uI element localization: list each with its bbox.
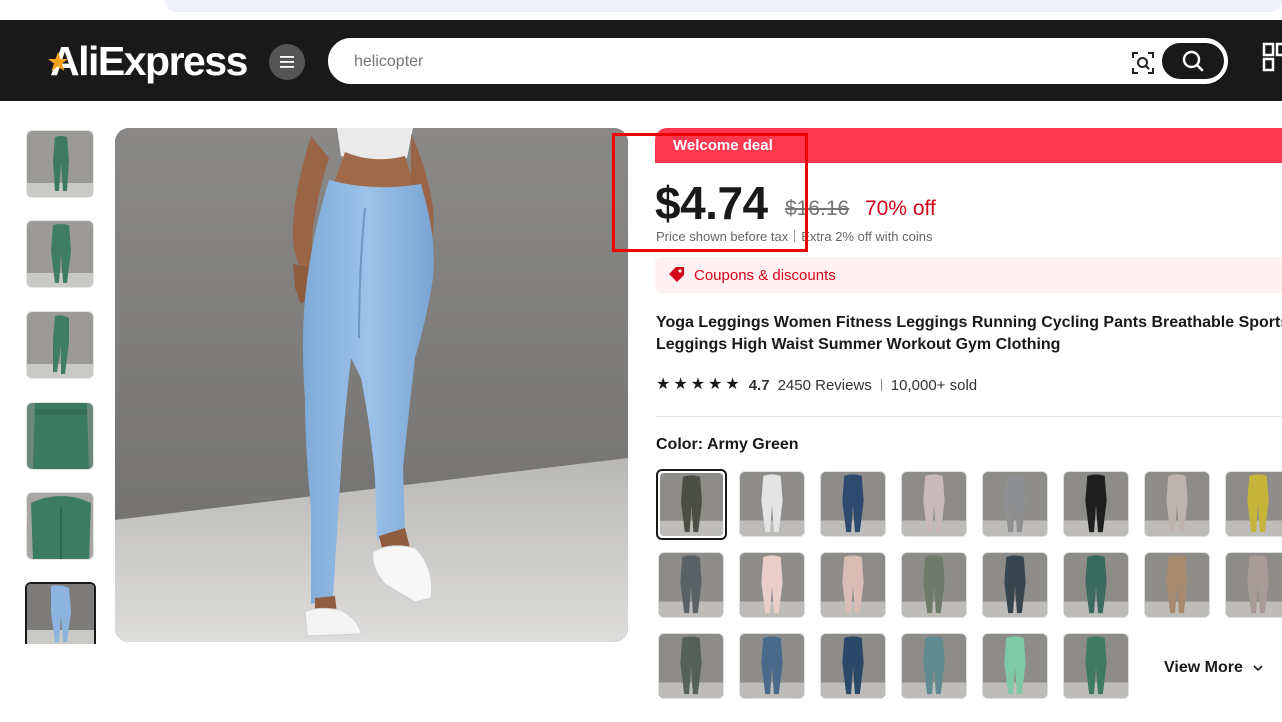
star-icon: ★ bbox=[656, 376, 671, 393]
thumbnail-4[interactable] bbox=[26, 402, 94, 470]
search-bar bbox=[328, 38, 1228, 84]
product-title: Yoga Leggings Women Fitness Leggings Run… bbox=[656, 312, 1282, 356]
color-swatch[interactable] bbox=[820, 552, 886, 618]
browser-strip bbox=[0, 0, 1282, 20]
view-more-button[interactable]: View More bbox=[1164, 659, 1263, 677]
search-icon bbox=[1182, 50, 1204, 72]
star-icon: ★ bbox=[708, 376, 723, 393]
coupon-tag-icon bbox=[669, 267, 684, 282]
rating-stars: ★ ★ ★ ★ ★ bbox=[656, 377, 740, 393]
hamburger-icon bbox=[280, 56, 294, 68]
thumbnail-6-selected[interactable] bbox=[25, 582, 96, 644]
color-swatch[interactable] bbox=[1063, 633, 1129, 699]
site-header: AliExpress bbox=[0, 20, 1282, 101]
color-swatch[interactable] bbox=[901, 633, 967, 699]
product-title-line-1: Yoga Leggings Women Fitness Leggings Run… bbox=[656, 314, 1282, 331]
color-swatch[interactable] bbox=[658, 633, 724, 699]
section-divider bbox=[656, 416, 1282, 417]
logo-star-icon bbox=[48, 52, 68, 71]
color-swatch[interactable] bbox=[982, 633, 1048, 699]
color-swatch[interactable] bbox=[739, 633, 805, 699]
color-swatch[interactable] bbox=[658, 552, 724, 618]
logo-text: AliExpress bbox=[50, 38, 248, 84]
product-title-line-2: Leggings High Waist Summer Workout Gym C… bbox=[656, 336, 1061, 353]
star-icon: ★ bbox=[673, 376, 688, 393]
rating-row: ★ ★ ★ ★ ★ 4.7 2450 Reviews 10,000+ sold bbox=[656, 375, 977, 395]
color-swatch[interactable] bbox=[1225, 552, 1282, 618]
color-swatch[interactable] bbox=[739, 471, 805, 537]
coupons-row[interactable]: Coupons & discounts bbox=[655, 257, 1282, 293]
rating-divider bbox=[880, 379, 882, 391]
thumbnail-3[interactable] bbox=[26, 311, 94, 379]
thumbnail-2[interactable] bbox=[26, 220, 94, 288]
search-button[interactable] bbox=[1162, 43, 1224, 79]
thumbnail-5[interactable] bbox=[26, 492, 94, 560]
selected-color-name: Army Green bbox=[706, 436, 799, 453]
qr-code-icon[interactable] bbox=[1262, 42, 1282, 72]
color-swatch[interactable] bbox=[820, 471, 886, 537]
color-swatch[interactable] bbox=[739, 552, 805, 618]
color-swatch-selected[interactable] bbox=[656, 469, 727, 540]
view-more-label: View More bbox=[1164, 659, 1243, 676]
sold-count: 10,000+ sold bbox=[890, 376, 978, 394]
color-swatch[interactable] bbox=[1063, 471, 1129, 537]
color-swatch[interactable] bbox=[1144, 471, 1210, 537]
discount-percent: 70% off bbox=[865, 197, 936, 220]
color-swatch[interactable] bbox=[820, 633, 886, 699]
color-swatch[interactable] bbox=[901, 471, 967, 537]
color-swatch[interactable] bbox=[1063, 552, 1129, 618]
color-swatch[interactable] bbox=[1225, 471, 1282, 537]
chevron-down-icon bbox=[1253, 664, 1263, 671]
image-search-icon[interactable] bbox=[1130, 50, 1156, 76]
main-product-image[interactable] bbox=[115, 128, 628, 642]
highlight-annotation-box bbox=[612, 133, 808, 252]
aliexpress-logo[interactable]: AliExpress bbox=[48, 38, 248, 84]
coupons-label: Coupons & discounts bbox=[694, 266, 836, 284]
rating-score: 4.7 bbox=[748, 376, 770, 394]
address-bar[interactable] bbox=[165, 0, 1282, 12]
color-swatch[interactable] bbox=[1144, 552, 1210, 618]
color-swatch[interactable] bbox=[982, 471, 1048, 537]
reviews-link[interactable]: 2450 Reviews bbox=[778, 377, 872, 394]
search-input[interactable] bbox=[354, 50, 1114, 74]
menu-button[interactable] bbox=[269, 44, 305, 80]
color-swatch[interactable] bbox=[982, 552, 1048, 618]
half-star-icon: ★ bbox=[725, 376, 740, 393]
thumbnail-1[interactable] bbox=[26, 130, 94, 198]
color-label: Color: Army Green bbox=[656, 436, 799, 454]
star-icon: ★ bbox=[690, 376, 706, 393]
color-swatch[interactable] bbox=[901, 552, 967, 618]
color-label-prefix: Color: bbox=[656, 436, 707, 453]
coins-note: Extra 2% off with coins bbox=[801, 229, 933, 244]
